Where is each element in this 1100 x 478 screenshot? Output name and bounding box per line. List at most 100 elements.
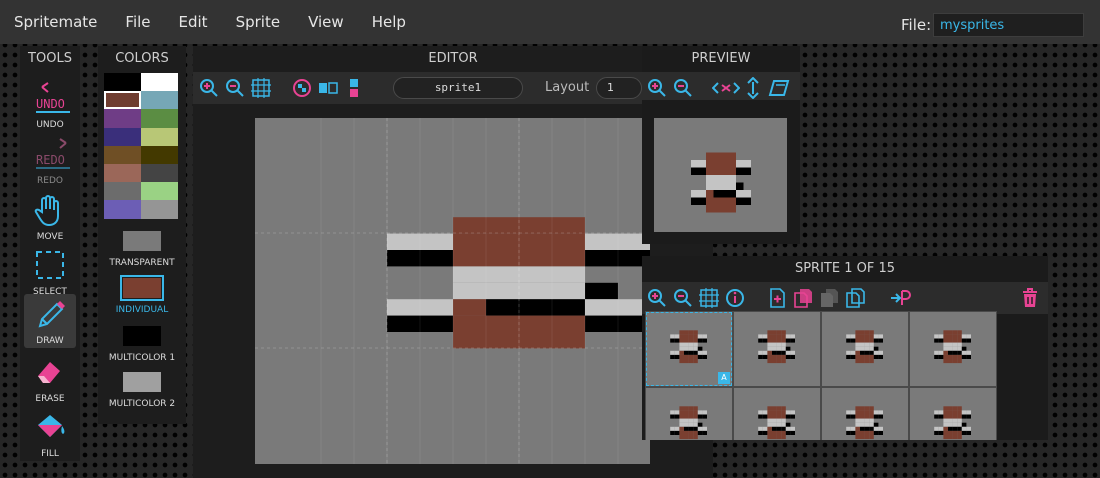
layout-label: Layout (545, 80, 590, 95)
sprite-pixel (674, 334, 680, 339)
sprite-pixel (855, 334, 860, 339)
file-name-input[interactable] (933, 13, 1084, 37)
flip-vertical-icon[interactable] (742, 77, 764, 99)
paste-sprite-icon[interactable] (818, 287, 840, 309)
double-height-icon[interactable] (343, 77, 365, 99)
sprite-thumbnail[interactable] (733, 387, 821, 440)
color-swatch[interactable] (104, 91, 141, 110)
sprite-pixel (670, 350, 675, 355)
menu-view[interactable]: View (308, 13, 344, 31)
delete-sprite-icon[interactable] (1019, 287, 1041, 309)
copy-sprite-icon[interactable] (792, 287, 814, 309)
sprite-pixel (684, 334, 689, 339)
sprite-pixel (846, 430, 851, 435)
sprite-pixel (486, 217, 519, 234)
sprite-pixel (790, 354, 795, 359)
preview-zoom-out-icon[interactable] (672, 77, 694, 99)
color-swatch[interactable] (141, 145, 178, 164)
preview-zoom-in-icon[interactable] (646, 77, 668, 99)
color-swatch[interactable] (141, 200, 178, 219)
menu-edit[interactable]: Edit (179, 13, 208, 31)
color-swatch[interactable] (104, 109, 141, 128)
sprite-pixel (776, 334, 782, 339)
fill-tool[interactable]: FILL (24, 407, 76, 461)
sprite-pixel (790, 350, 795, 355)
sprite-thumbnail[interactable]: A (645, 311, 733, 387)
color-swatch[interactable] (104, 200, 141, 219)
color-swatch[interactable] (104, 163, 141, 183)
color-swatch[interactable] (104, 145, 141, 164)
mode-multicolor-2[interactable]: MULTICOLOR 2 (98, 372, 186, 409)
sprite-pixel (952, 334, 958, 339)
colors-panel: COLORS TRANSPARENT INDIVIDUAL MULTICOLOR… (98, 46, 186, 424)
sprite-pixel (860, 406, 865, 411)
menu-file[interactable]: File (125, 13, 150, 31)
color-swatch[interactable] (141, 91, 178, 110)
sprite-thumbnail[interactable] (909, 311, 997, 387)
redo-tool[interactable]: REDO REDO (24, 134, 76, 188)
color-swatch[interactable] (141, 109, 178, 128)
editor-title: EDITOR (428, 51, 478, 66)
color-swatch[interactable] (141, 182, 178, 201)
sprite-pixel (873, 354, 879, 359)
erase-tool[interactable]: ERASE (24, 352, 76, 406)
move-tool[interactable]: MOVE (24, 190, 76, 244)
app-name[interactable]: Spritemate (14, 13, 97, 31)
sprite-pixel (552, 233, 585, 250)
color-swatch[interactable] (141, 127, 178, 146)
color-swatch[interactable] (104, 182, 141, 201)
grid-icon[interactable] (250, 77, 272, 99)
sprite-thumbnail[interactable] (733, 311, 821, 387)
sprite-pixel (943, 346, 948, 351)
mode-transparent[interactable]: TRANSPARENT (98, 231, 186, 268)
color-swatch[interactable] (104, 73, 141, 92)
color-swatch[interactable] (141, 163, 178, 183)
select-tool[interactable]: SELECT (24, 245, 76, 299)
multicolor-toggle-icon[interactable] (291, 77, 313, 99)
zoom-out-icon[interactable] (224, 77, 246, 99)
zoom-in-icon[interactable] (198, 77, 220, 99)
menu-help[interactable]: Help (372, 13, 406, 31)
sprite-pixel (860, 422, 865, 427)
layout-input[interactable]: 1 (596, 77, 642, 99)
sprite-pixel (943, 410, 948, 415)
sprite-name-field[interactable]: sprite1 (393, 77, 523, 99)
list-zoom-in-icon[interactable] (646, 287, 668, 309)
list-grid-icon[interactable] (698, 287, 720, 309)
color-swatch[interactable] (104, 127, 141, 146)
sprite-pixel (934, 350, 939, 355)
sprite-pixel (762, 334, 768, 339)
list-zoom-out-icon[interactable] (672, 287, 694, 309)
draw-tool[interactable]: DRAW (24, 294, 76, 348)
sprite-pixel (453, 332, 486, 349)
sprite-thumbnail[interactable] (821, 311, 909, 387)
sprite-thumbnail[interactable] (645, 387, 733, 440)
sprite-pixel (762, 414, 768, 419)
sprite-canvas[interactable] (255, 118, 650, 464)
sprite-pixel (387, 299, 420, 316)
sprite-thumbnail[interactable] (909, 387, 997, 440)
double-width-icon[interactable] (317, 77, 339, 99)
undo-tool[interactable]: UNDO UNDO (24, 78, 76, 132)
sprite-pixel (420, 233, 453, 250)
flip-horizontal-icon[interactable] (712, 77, 740, 99)
sprite-pixel (420, 250, 453, 267)
info-icon[interactable] (724, 287, 746, 309)
file-label: File: (901, 16, 932, 34)
sprite-pixel (772, 330, 777, 335)
mode-multicolor-1[interactable]: MULTICOLOR 1 (98, 326, 186, 363)
sprite-pixel (790, 430, 795, 435)
sprite-pixel (785, 338, 791, 343)
mode-individual[interactable]: INDIVIDUAL (98, 275, 186, 315)
duplicate-sprite-icon[interactable] (844, 287, 866, 309)
sprite-pixel (943, 426, 948, 431)
sprite-pixel (864, 338, 870, 343)
color-swatch[interactable] (141, 73, 178, 92)
export-sprite-icon[interactable] (889, 287, 911, 309)
sprite-pixel (957, 422, 962, 427)
sprite-thumbnail[interactable] (821, 387, 909, 440)
overlay-icon[interactable] (768, 77, 790, 99)
sprite-pixel (860, 346, 865, 351)
menu-sprite[interactable]: Sprite (236, 13, 281, 31)
new-sprite-icon[interactable] (766, 287, 788, 309)
